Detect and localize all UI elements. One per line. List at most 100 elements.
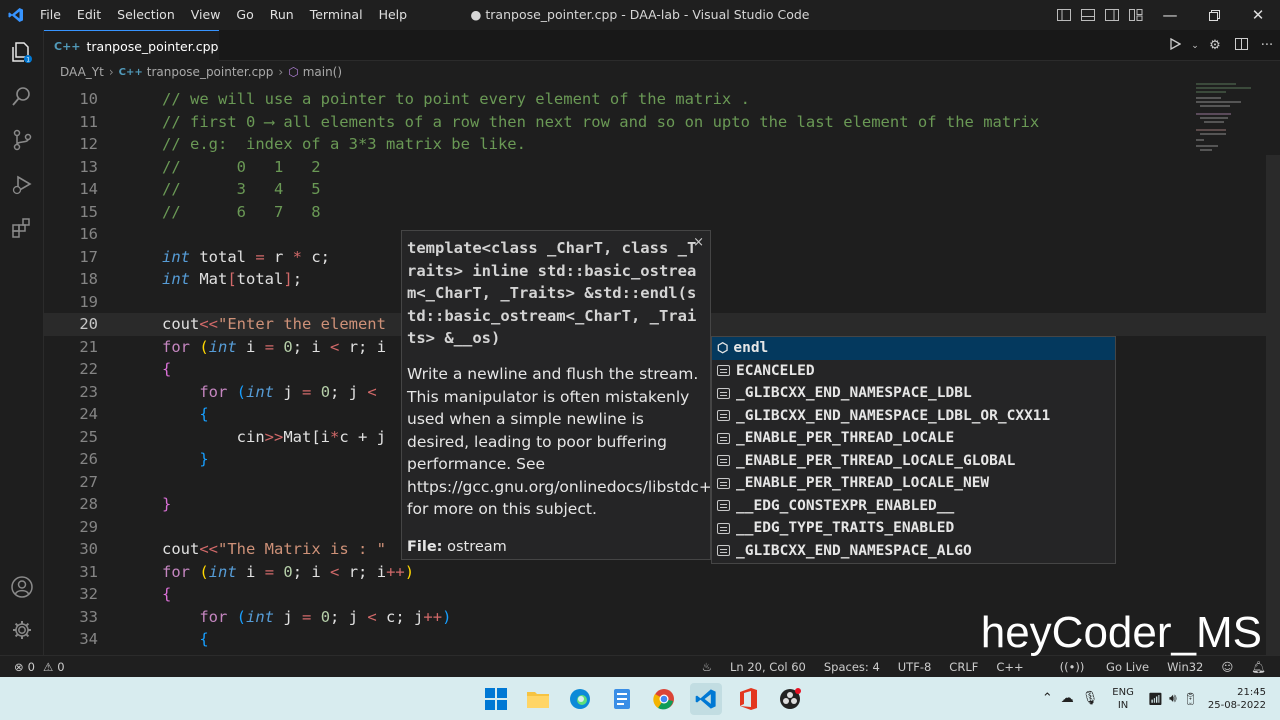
menu-edit[interactable]: Edit xyxy=(69,0,109,30)
menu-selection[interactable]: Selection xyxy=(109,0,183,30)
menu-terminal[interactable]: Terminal xyxy=(302,0,371,30)
chevron-up-icon[interactable]: ⌃ xyxy=(1042,691,1053,706)
feedback-icon[interactable]: ☺ xyxy=(1221,660,1233,674)
close-window-button[interactable]: ✕ xyxy=(1236,0,1280,30)
toggle-panel-icon[interactable] xyxy=(1076,0,1100,30)
chevron-right-icon: › xyxy=(108,65,114,79)
token: ++ xyxy=(386,562,405,581)
vscode-taskbar-icon[interactable] xyxy=(690,682,722,715)
token: < xyxy=(367,607,377,626)
token: = xyxy=(302,607,312,626)
token: { xyxy=(199,405,209,423)
cursor-position[interactable]: Ln 20, Col 60 xyxy=(730,660,806,674)
breadcrumb-folder[interactable]: DAA_Yt xyxy=(60,65,104,79)
comment: // e.g: index of a 3*3 matrix be like. xyxy=(162,135,526,153)
input-language: ENG xyxy=(1112,686,1134,698)
go-live-button[interactable]: ((•)) Go Live xyxy=(1042,660,1149,674)
suggestion-item[interactable]: _ENABLE_PER_THREAD_LOCALE xyxy=(712,427,1115,450)
notepad-icon[interactable] xyxy=(606,683,638,715)
platform[interactable]: Win32 xyxy=(1167,660,1203,674)
source-control-icon[interactable] xyxy=(0,118,44,162)
clock[interactable]: 21:45 25-08-2022 xyxy=(1208,686,1266,712)
cpp-file-icon: C++ xyxy=(54,39,81,53)
settings-gear-icon[interactable]: ⚙ xyxy=(1202,38,1228,53)
microphone-icon[interactable]: 🎙︎ xyxy=(1082,691,1099,706)
line-number: 27 xyxy=(79,472,98,491)
menu-help[interactable]: Help xyxy=(371,0,416,30)
suggestion-item[interactable]: ⬡ endl xyxy=(712,337,1115,360)
suggestion-item[interactable]: _ENABLE_PER_THREAD_LOCALE_NEW xyxy=(712,472,1115,495)
breadcrumb-file[interactable]: tranpose_pointer.cpp xyxy=(147,65,274,79)
chevron-down-icon[interactable]: ⌄ xyxy=(1188,41,1202,51)
minimize-button[interactable]: — xyxy=(1148,0,1192,30)
flame-icon[interactable]: ♨ xyxy=(702,660,712,674)
suggestion-item[interactable]: _GLIBCXX_END_NAMESPACE_ALGO xyxy=(712,540,1115,563)
run-play-icon[interactable] xyxy=(1162,37,1188,54)
battery-icon[interactable]: 🔋︎ xyxy=(1183,692,1198,706)
comment: // 6 7 8 xyxy=(162,202,321,221)
manage-gear-icon[interactable] xyxy=(0,608,44,652)
editor-scrollbar[interactable] xyxy=(1266,155,1280,655)
keyword: for xyxy=(162,562,190,581)
restore-button[interactable] xyxy=(1192,0,1236,30)
accounts-icon[interactable] xyxy=(0,565,44,609)
menu-go[interactable]: Go xyxy=(228,0,261,30)
more-actions-icon[interactable]: ··· xyxy=(1254,38,1280,53)
office-icon[interactable] xyxy=(732,683,764,715)
macro-symbol-icon xyxy=(717,545,730,557)
encoding[interactable]: UTF-8 xyxy=(898,660,932,674)
activity-bar: 1 xyxy=(0,30,44,655)
split-editor-icon[interactable] xyxy=(1228,37,1254,54)
obs-recorder-icon[interactable] xyxy=(774,683,806,715)
windows-start-icon[interactable] xyxy=(480,683,512,715)
cloud-icon[interactable]: ☁ xyxy=(1061,691,1074,706)
token: ; j xyxy=(330,382,368,401)
suggestion-item[interactable]: _ENABLE_PER_THREAD_LOCALE_GLOBAL xyxy=(712,450,1115,473)
customize-layout-icon[interactable] xyxy=(1124,0,1148,30)
toggle-primary-sidebar-icon[interactable] xyxy=(1052,0,1076,30)
suggestion-item[interactable]: _GLIBCXX_END_NAMESPACE_LDBL xyxy=(712,382,1115,405)
menu-file[interactable]: File xyxy=(32,0,69,30)
token: ; i xyxy=(292,562,331,581)
line-number: 21 xyxy=(79,337,98,356)
suggestion-item[interactable]: __EDG_TYPE_TRAITS_ENABLED xyxy=(712,517,1115,540)
indentation[interactable]: Spaces: 4 xyxy=(824,660,880,674)
token: Mat xyxy=(190,270,228,288)
code-line: 32 { xyxy=(44,583,1280,606)
extensions-icon[interactable] xyxy=(0,206,44,250)
run-and-debug-icon[interactable] xyxy=(0,162,44,206)
toggle-secondary-sidebar-icon[interactable] xyxy=(1100,0,1124,30)
vscode-logo-icon xyxy=(0,0,32,30)
language-mode[interactable]: C++ xyxy=(996,660,1023,674)
code-line: 10 // we will use a pointer to point ever… xyxy=(44,88,1280,111)
breadcrumb-symbol[interactable]: main() xyxy=(303,65,342,79)
token: << xyxy=(199,540,218,558)
keyword: int xyxy=(246,607,275,626)
tab-tranpose-pointer[interactable]: C++ tranpose_pointer.cpp xyxy=(44,30,219,61)
chrome-browser-icon[interactable] xyxy=(648,683,680,715)
minimap[interactable] xyxy=(1176,83,1266,655)
search-icon[interactable] xyxy=(0,74,44,118)
macro-symbol-icon xyxy=(717,522,730,534)
suggestion-item[interactable]: _GLIBCXX_END_NAMESPACE_LDBL_OR_CXX11 xyxy=(712,405,1115,428)
file-explorer-icon[interactable] xyxy=(522,683,554,715)
wifi-icon[interactable]: 📶︎ xyxy=(1148,692,1163,706)
volume-icon[interactable]: 🔊︎ xyxy=(1169,691,1177,706)
end-of-line[interactable]: CRLF xyxy=(949,660,978,674)
token: = xyxy=(255,247,265,266)
language-indicator[interactable]: ENG IN xyxy=(1112,686,1134,712)
menu-view[interactable]: View xyxy=(183,0,229,30)
menu-run[interactable]: Run xyxy=(262,0,302,30)
macro-symbol-icon xyxy=(717,455,730,467)
notifications-bell-icon[interactable]: 🔔︎ xyxy=(1251,660,1266,674)
suggestion-item[interactable]: ECANCELED xyxy=(712,360,1115,383)
explorer-icon[interactable]: 1 xyxy=(0,30,44,74)
suggestion-item[interactable]: __EDG_CONSTEXPR_ENABLED__ xyxy=(712,495,1115,518)
suggestion-label: __EDG_TYPE_TRAITS_ENABLED xyxy=(736,520,955,537)
keyword: for xyxy=(199,607,228,626)
clock-date: 25-08-2022 xyxy=(1207,699,1266,711)
edge-browser-icon[interactable] xyxy=(564,683,596,715)
suggestion-label: _ENABLE_PER_THREAD_LOCALE xyxy=(736,430,955,447)
problems-indicator[interactable]: ⊗ 0 ⚠ 0 xyxy=(14,660,65,674)
close-icon[interactable]: × xyxy=(693,235,704,250)
